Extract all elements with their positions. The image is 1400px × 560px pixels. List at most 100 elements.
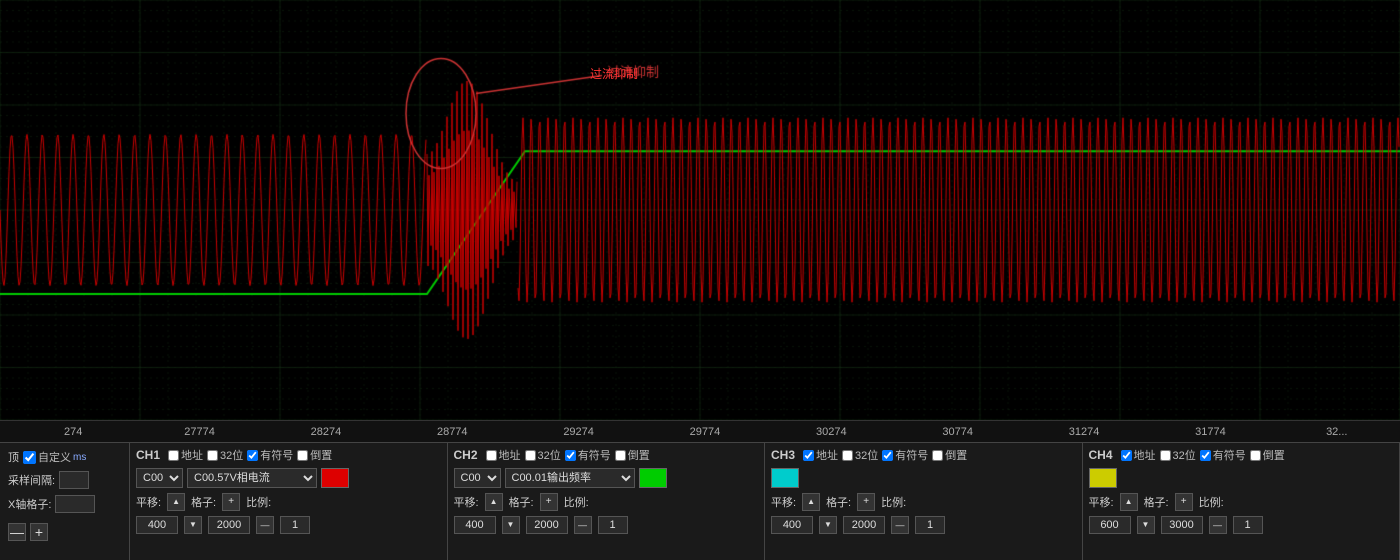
gezi-label-2: 格子: [826, 494, 851, 510]
custom-unit: ms [73, 452, 86, 463]
gezi-input-3[interactable] [1161, 516, 1203, 534]
ch-checkbox-3-1[interactable] [1160, 450, 1171, 461]
gezi-plus-0[interactable]: + [222, 493, 240, 511]
ch-addr-row-3 [1089, 468, 1394, 488]
pingyi-up-2[interactable]: ▲ [802, 493, 820, 511]
time-tick-2: 28274 [263, 426, 389, 438]
bili-input-0[interactable] [280, 516, 310, 534]
ch-bottom-row2-0: ▼— [136, 516, 441, 534]
gezi-plus-1[interactable]: + [540, 493, 558, 511]
gezi-plus-3[interactable]: + [1175, 493, 1193, 511]
custom-checkbox[interactable] [23, 451, 36, 464]
bili-input-2[interactable] [915, 516, 945, 534]
time-tick-9: 31774 [1147, 426, 1273, 438]
ch-checkbox-2-3[interactable] [932, 450, 943, 461]
ch-checkbox-3-2[interactable] [1200, 450, 1211, 461]
time-tick-7: 30774 [895, 426, 1021, 438]
custom-label-text: 自定义 [38, 449, 71, 465]
ch-addr2-select-1[interactable]: C00.01输出频率 [505, 468, 635, 488]
ch-panel-ch1: CH1地址32位有符号倒置C00C00.57V相电流平移:▲格子:+比例:▼— [130, 443, 448, 560]
pingyi-up-1[interactable]: ▲ [485, 493, 503, 511]
time-tick-8: 31274 [1021, 426, 1147, 438]
pingyi-down-1[interactable]: ▼ [502, 516, 520, 534]
gezi-minus-2[interactable]: — [891, 516, 909, 534]
ch-check-1-0: 地址 [486, 447, 521, 463]
ch-color-box-1 [639, 468, 667, 488]
pingyi-up-0[interactable]: ▲ [167, 493, 185, 511]
zoom-in-button[interactable]: + [30, 523, 48, 541]
ch-checkbox-label-2-1: 32位 [855, 447, 878, 463]
ch-addr-row-1: C00C00.01输出频率 [454, 468, 759, 488]
gezi-input-0[interactable] [208, 516, 250, 534]
ch-checkbox-3-0[interactable] [1121, 450, 1132, 461]
bili-input-3[interactable] [1233, 516, 1263, 534]
ch-checkbox-label-2-0: 地址 [816, 447, 838, 463]
ch-check-0-1: 32位 [207, 447, 243, 463]
ch-top-row-3: CH4地址32位有符号倒置 [1089, 447, 1394, 463]
gezi-minus-1[interactable]: — [574, 516, 592, 534]
ch-color-box-3 [1089, 468, 1117, 488]
ch-addr2-select-0[interactable]: C00.57V相电流 [187, 468, 317, 488]
pingyi-input-0[interactable] [136, 516, 178, 534]
ch-label-ch2: CH2 [454, 448, 478, 462]
ch-checkbox-2-0[interactable] [803, 450, 814, 461]
channel-panels: CH1地址32位有符号倒置C00C00.57V相电流平移:▲格子:+比例:▼—C… [130, 443, 1400, 560]
oscilloscope-canvas [0, 0, 1400, 420]
ch-checkbox-label-3-1: 32位 [1173, 447, 1196, 463]
ch-color-box-2 [771, 468, 799, 488]
ch-panel-ch4: CH4地址32位有符号倒置平移:▲格子:+比例:▼— [1083, 443, 1400, 560]
sample-input[interactable]: 2 [59, 471, 89, 489]
ch-checkbox-1-0[interactable] [486, 450, 497, 461]
ch-checkbox-label-3-3: 倒置 [1263, 447, 1285, 463]
ch-checkbox-1-3[interactable] [615, 450, 626, 461]
zoom-buttons: — + [8, 523, 121, 541]
pingyi-input-3[interactable] [1089, 516, 1131, 534]
gezi-input-2[interactable] [843, 516, 885, 534]
ch-checkbox-1-1[interactable] [525, 450, 536, 461]
bili-label-1: 比例: [564, 494, 589, 510]
gezi-minus-3[interactable]: — [1209, 516, 1227, 534]
bili-label-3: 比例: [1199, 494, 1224, 510]
ch-checkbox-3-3[interactable] [1250, 450, 1261, 461]
pingyi-down-0[interactable]: ▼ [184, 516, 202, 534]
ch-checkbox-label-0-3: 倒置 [310, 447, 332, 463]
ch-checkbox-label-0-0: 地址 [181, 447, 203, 463]
ch-check-1-3: 倒置 [615, 447, 650, 463]
ch-checkbox-label-2-2: 有符号 [895, 447, 928, 463]
ch-checkbox-0-2[interactable] [247, 450, 258, 461]
pingyi-label-1: 平移: [454, 494, 479, 510]
gezi-plus-2[interactable]: + [857, 493, 875, 511]
pingyi-up-3[interactable]: ▲ [1120, 493, 1138, 511]
grid-label: X轴格子: [8, 496, 51, 512]
ch-checkbox-0-3[interactable] [297, 450, 308, 461]
pingyi-input-1[interactable] [454, 516, 496, 534]
ch-checkbox-label-1-1: 32位 [538, 447, 561, 463]
ch-checkbox-0-0[interactable] [168, 450, 179, 461]
time-tick-10: 32... [1274, 426, 1400, 438]
ch-checkbox-1-2[interactable] [565, 450, 576, 461]
pingyi-input-2[interactable] [771, 516, 813, 534]
ch-checkbox-0-1[interactable] [207, 450, 218, 461]
ch-addr1-select-0[interactable]: C00 [136, 468, 183, 488]
ch-checkbox-label-1-3: 倒置 [628, 447, 650, 463]
gezi-label-0: 格子: [191, 494, 216, 510]
ch-checkbox-2-2[interactable] [882, 450, 893, 461]
ch-addr-row-0: C00C00.57V相电流 [136, 468, 441, 488]
ch-checkbox-label-0-1: 32位 [220, 447, 243, 463]
ch-top-row-2: CH3地址32位有符号倒置 [771, 447, 1076, 463]
ch-check-2-3: 倒置 [932, 447, 967, 463]
gezi-input-1[interactable] [526, 516, 568, 534]
ch-checkbox-2-1[interactable] [842, 450, 853, 461]
gezi-minus-0[interactable]: — [256, 516, 274, 534]
sample-row: 采样间隔: 2 [8, 471, 121, 489]
bili-input-1[interactable] [598, 516, 628, 534]
time-tick-0: 274 [10, 426, 136, 438]
ch-addr1-select-1[interactable]: C00 [454, 468, 501, 488]
ch-panel-ch2: CH2地址32位有符号倒置C00C00.01输出频率平移:▲格子:+比例:▼— [448, 443, 766, 560]
zoom-out-button[interactable]: — [8, 523, 26, 541]
pingyi-down-3[interactable]: ▼ [1137, 516, 1155, 534]
oscilloscope: 过流抑制 27427774282742877429274297743027430… [0, 0, 1400, 560]
pingyi-label-0: 平移: [136, 494, 161, 510]
pingyi-down-2[interactable]: ▼ [819, 516, 837, 534]
grid-input[interactable]: 500 [55, 495, 95, 513]
